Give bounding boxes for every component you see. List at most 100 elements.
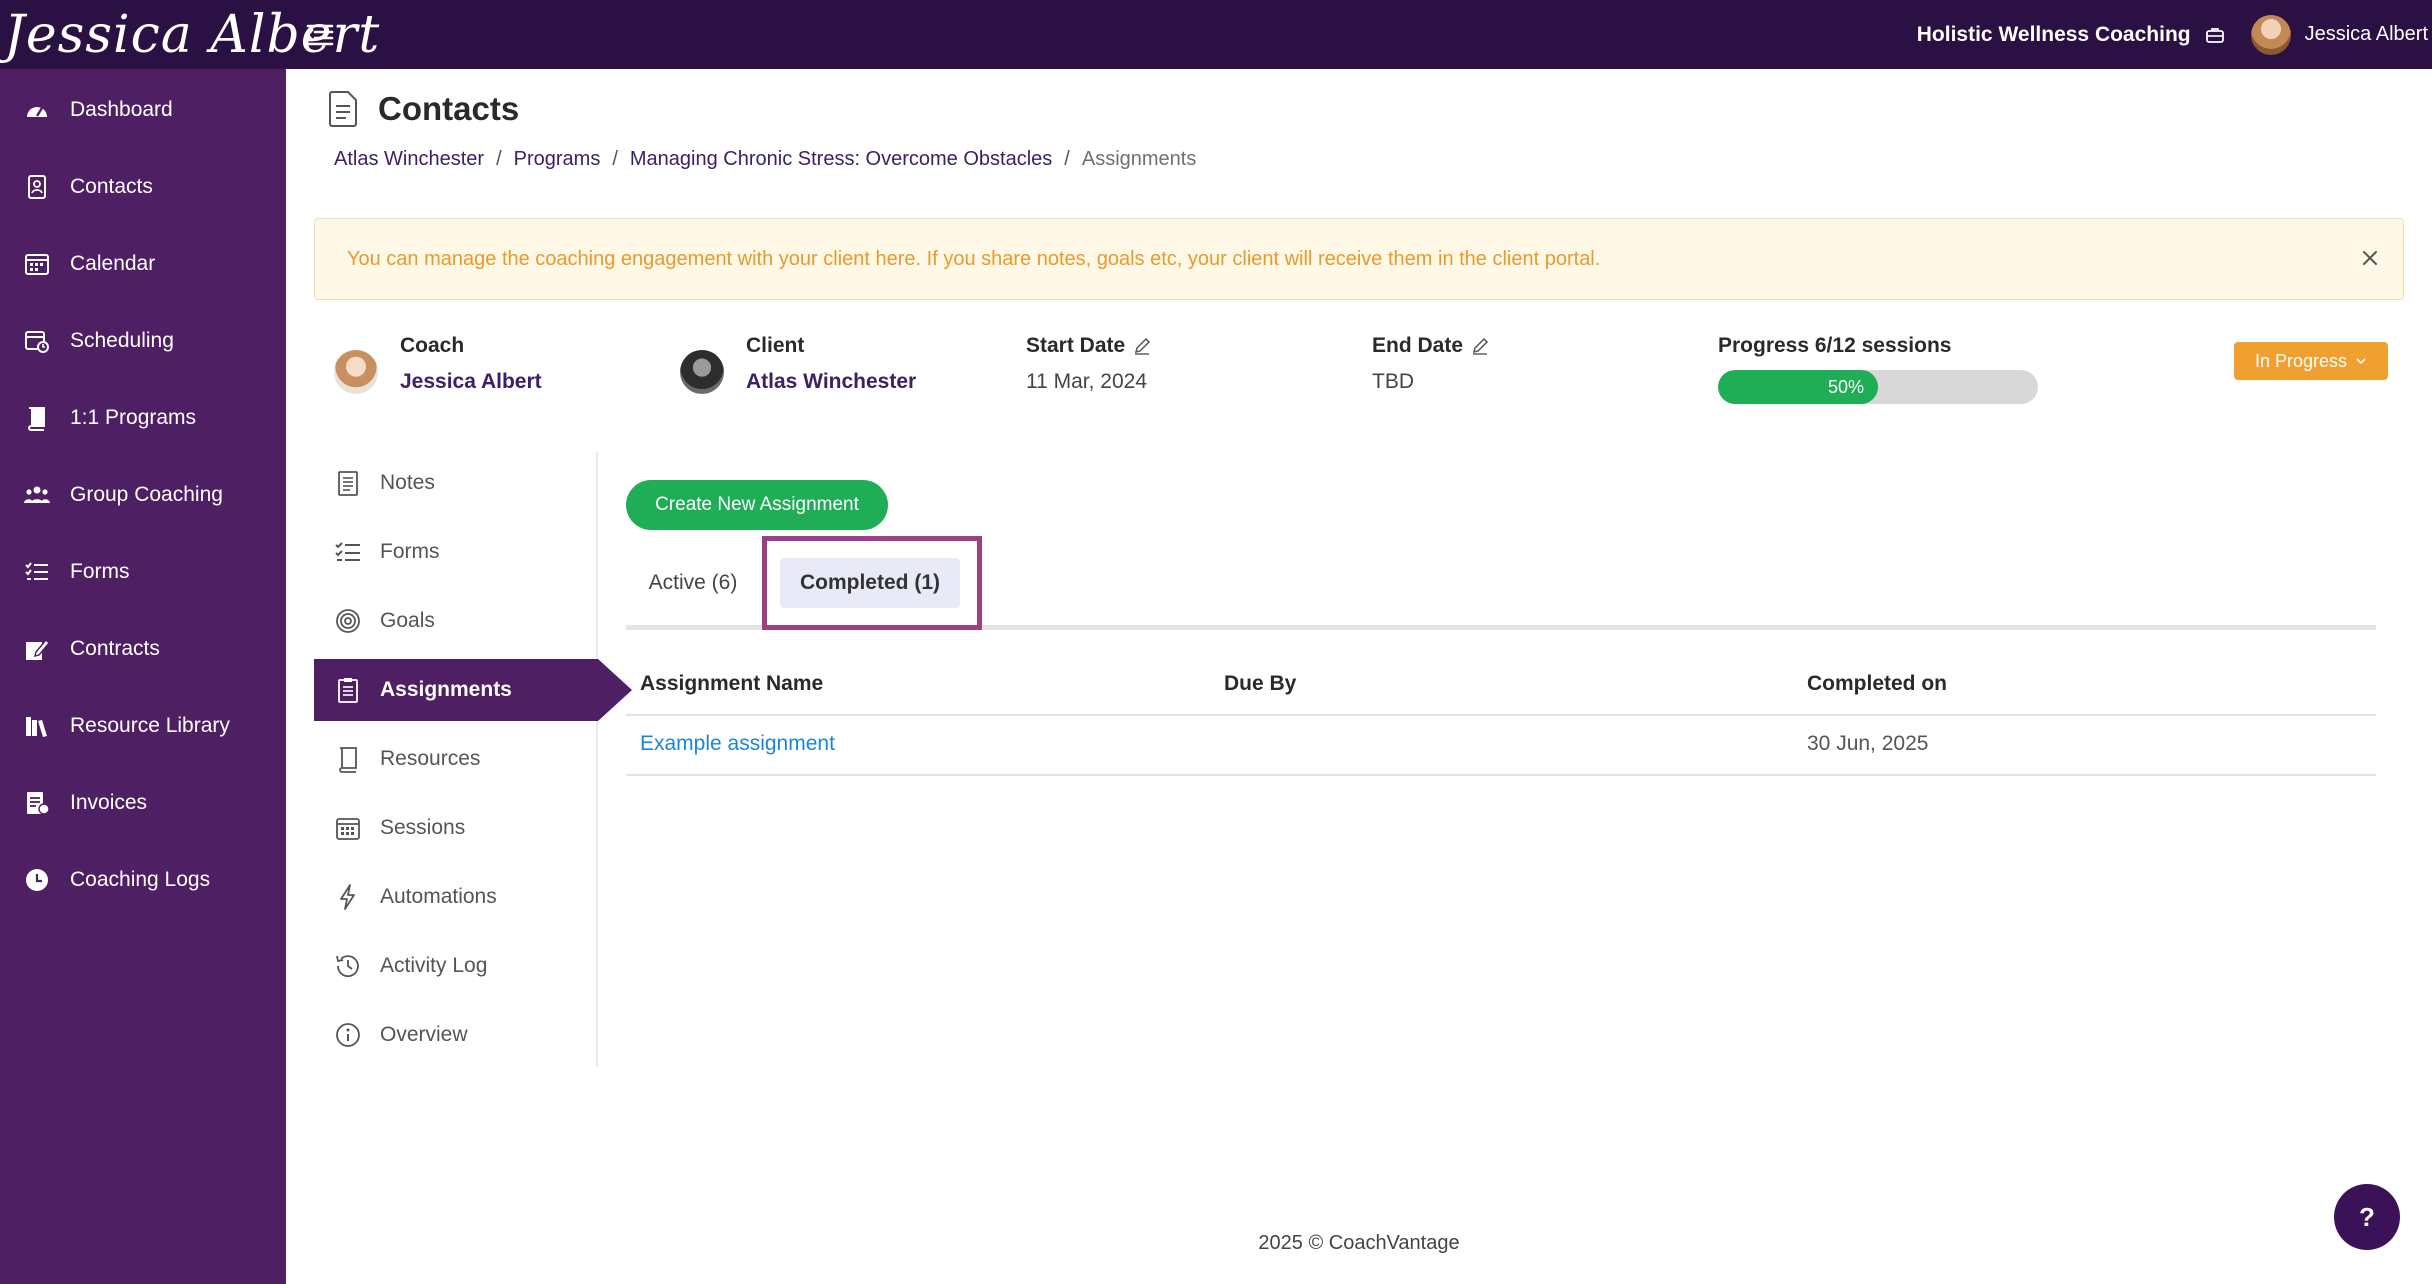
- top-right: Holistic Wellness Coaching Jessica Alber…: [1917, 0, 2428, 69]
- menu-item-overview[interactable]: Overview: [314, 1004, 598, 1066]
- alert-text: You can manage the coaching engagement w…: [347, 247, 1601, 270]
- logo[interactable]: Jessica Albert: [0, 0, 379, 69]
- briefcase-icon[interactable]: [2205, 25, 2225, 45]
- checklist-icon: [335, 542, 360, 561]
- menu-item-label: Goals: [380, 609, 435, 632]
- help-button[interactable]: ?: [2334, 1184, 2400, 1250]
- column-due-by[interactable]: Due By: [1224, 672, 1296, 696]
- business-name[interactable]: Holistic Wellness Coaching: [1917, 23, 2191, 47]
- start-date-label: Start Date: [1026, 334, 1126, 357]
- progress-fill: 50%: [1718, 370, 1878, 404]
- breadcrumb-separator: /: [612, 148, 618, 170]
- menu-item-assignments[interactable]: Assignments: [314, 659, 632, 721]
- menu-item-notes[interactable]: Notes: [314, 452, 598, 514]
- sidebar-item-label: Contracts: [70, 637, 160, 660]
- column-assignment-name[interactable]: Assignment Name: [640, 672, 823, 696]
- tab-completed[interactable]: Completed (1): [780, 558, 960, 608]
- contract-icon: [26, 638, 50, 660]
- breadcrumb-separator: /: [1064, 148, 1070, 170]
- page-title: Contacts: [378, 90, 520, 127]
- sidebar-item-contracts[interactable]: Contracts: [0, 619, 286, 679]
- progress-label: Progress 6/12 sessions: [1718, 334, 1952, 357]
- sidebar-item-label: 1:1 Programs: [70, 406, 197, 429]
- menu-item-forms[interactable]: Forms: [314, 521, 598, 583]
- chevron-down-icon: [2356, 358, 2366, 365]
- start-date-value: 11 Mar, 2024: [1026, 370, 1148, 393]
- menu-item-label: Activity Log: [380, 954, 488, 977]
- target-icon: [336, 609, 360, 633]
- calendar-icon: [336, 818, 360, 840]
- breadcrumb-separator: /: [496, 148, 502, 170]
- calendar-icon: [25, 254, 49, 275]
- sidebar-item-label: Contacts: [70, 175, 153, 198]
- client-info: Client Atlas Winchester: [680, 334, 916, 394]
- sidebar-item-calendar[interactable]: Calendar: [0, 234, 286, 294]
- menu-item-label: Assignments: [380, 678, 512, 701]
- sidebar-item-label: Coaching Logs: [70, 868, 211, 891]
- sidebar-item-scheduling[interactable]: Scheduling: [0, 311, 286, 371]
- clipboard-icon: [338, 678, 358, 703]
- assignment-link[interactable]: Example assignment: [640, 732, 835, 756]
- menu-item-activity-log[interactable]: Activity Log: [314, 935, 598, 997]
- user-name[interactable]: Jessica Albert: [2305, 23, 2428, 46]
- clock-icon: [26, 869, 48, 891]
- engagement-menu: Notes Forms Goals Assignments Resources …: [314, 452, 632, 1067]
- table-row: Example assignment 30 Jun, 2025: [626, 716, 2376, 776]
- edit-pencil-icon[interactable]: [1471, 337, 1489, 355]
- menu-item-automations[interactable]: Automations: [314, 866, 598, 928]
- document-icon: [329, 91, 357, 127]
- book-open-icon: [339, 747, 357, 773]
- menu-item-label: Resources: [380, 747, 481, 770]
- sidebar-item-dashboard[interactable]: Dashboard: [0, 80, 286, 140]
- breadcrumb-program[interactable]: Managing Chronic Stress: Overcome Obstac…: [630, 148, 1052, 171]
- create-assignment-button[interactable]: Create New Assignment: [626, 480, 888, 530]
- scheduling-icon: [25, 331, 49, 353]
- breadcrumb-client[interactable]: Atlas Winchester: [334, 148, 484, 171]
- menu-item-sessions[interactable]: Sessions: [314, 797, 598, 859]
- sidebar: Dashboard Contacts Calendar Scheduling 1…: [0, 69, 286, 1284]
- engagement-info: Coach Jessica Albert Client Atlas Winche…: [330, 334, 2410, 414]
- sidebar-item-1-1-programs[interactable]: 1:1 Programs: [0, 388, 286, 448]
- info-alert: You can manage the coaching engagement w…: [314, 218, 2404, 300]
- forms-icon: [25, 562, 48, 580]
- info-icon: [336, 1023, 360, 1047]
- footer: 2025 © CoachVantage: [1258, 1232, 1460, 1254]
- status-dropdown[interactable]: In Progress: [2234, 342, 2388, 380]
- sidebar-item-forms[interactable]: Forms: [0, 542, 286, 602]
- progress-bar: 50%: [1718, 370, 2038, 404]
- close-icon[interactable]: [2359, 247, 2381, 269]
- group-icon: [24, 486, 50, 503]
- completed-on-cell: 30 Jun, 2025: [1807, 732, 1929, 755]
- progress: Progress 6/12 sessions 50%: [1718, 334, 2038, 404]
- coach-label: Coach: [400, 334, 465, 357]
- sidebar-item-label: Group Coaching: [70, 483, 223, 506]
- menu-item-resources[interactable]: Resources: [314, 728, 598, 790]
- breadcrumb-programs[interactable]: Programs: [514, 148, 601, 171]
- end-date-label: End Date: [1372, 334, 1464, 357]
- lightning-icon: [340, 884, 355, 910]
- table-header: Assignment Name Due By Completed on: [626, 660, 2376, 716]
- column-completed-on[interactable]: Completed on: [1807, 672, 1947, 696]
- dashboard-icon: [27, 107, 47, 117]
- sidebar-item-invoices[interactable]: Invoices: [0, 773, 286, 833]
- tab-active[interactable]: Active (6): [626, 558, 760, 608]
- client-name[interactable]: Atlas Winchester: [746, 370, 916, 394]
- sidebar-item-group-coaching[interactable]: Group Coaching: [0, 465, 286, 525]
- user-avatar[interactable]: [2250, 14, 2291, 55]
- menu-toggle-icon[interactable]: [306, 22, 334, 48]
- library-icon: [26, 717, 47, 737]
- top-bar: Jessica Albert Holistic Wellness Coachin…: [0, 0, 2432, 69]
- sidebar-item-resource-library[interactable]: Resource Library: [0, 696, 286, 756]
- book-icon: [28, 407, 45, 431]
- edit-pencil-icon[interactable]: [1133, 337, 1151, 355]
- sidebar-item-label: Dashboard: [70, 98, 173, 121]
- menu-item-goals[interactable]: Goals: [314, 590, 598, 652]
- status-label: In Progress: [2254, 350, 2348, 371]
- sidebar-item-contacts[interactable]: Contacts: [0, 157, 286, 217]
- sidebar-item-coaching-logs[interactable]: Coaching Logs: [0, 850, 286, 910]
- breadcrumb: Atlas Winchester / Programs / Managing C…: [334, 148, 1196, 171]
- sidebar-item-label: Resource Library: [70, 714, 230, 737]
- history-icon: [336, 955, 359, 978]
- end-date-value: TBD: [1372, 370, 1414, 393]
- coach-name[interactable]: Jessica Albert: [400, 370, 542, 394]
